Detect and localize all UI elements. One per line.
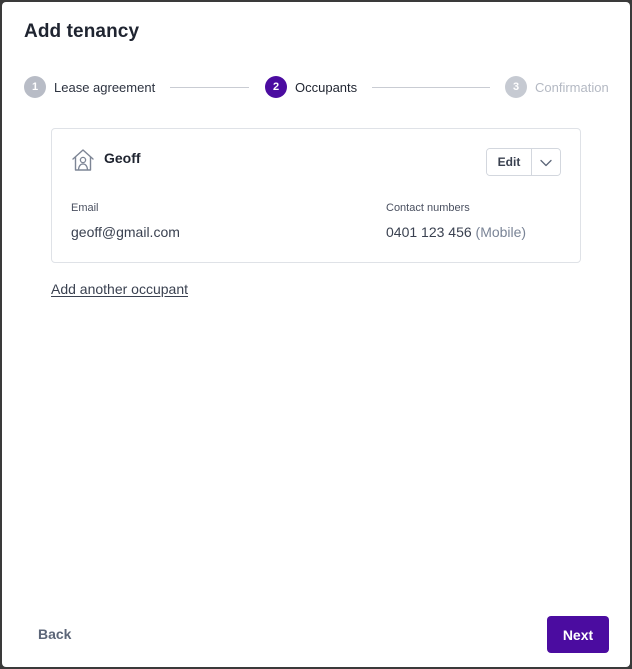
more-actions-button[interactable] [532, 149, 560, 175]
email-value: geoff@gmail.com [71, 224, 180, 240]
edit-button[interactable]: Edit [487, 149, 532, 175]
stepper: 1 Lease agreement 2 Occupants 3 Confirma… [24, 75, 614, 99]
add-tenancy-modal: Add tenancy 1 Lease agreement 2 Occupant… [2, 2, 630, 667]
email-label: Email [71, 202, 99, 214]
house-person-icon [70, 147, 96, 173]
step-connector [170, 87, 249, 88]
step-number: 3 [505, 76, 527, 98]
phone-number: 0401 123 456 [386, 224, 472, 240]
step-label: Lease agreement [54, 79, 156, 95]
step-number: 1 [24, 76, 46, 98]
step-confirmation: 3 Confirmation [505, 75, 609, 99]
occupant-header: Geoff [70, 147, 141, 173]
step-connector [372, 87, 490, 88]
step-number: 2 [265, 76, 287, 98]
chevron-down-icon [540, 155, 552, 170]
step-label: Occupants [295, 79, 358, 95]
contact-numbers-value: 0401 123 456 (Mobile) [386, 224, 526, 240]
next-button[interactable]: Next [547, 616, 609, 653]
step-lease-agreement[interactable]: 1 Lease agreement [24, 75, 155, 99]
occupant-name: Geoff [104, 150, 141, 166]
phone-type: (Mobile) [475, 224, 527, 240]
occupant-card: Geoff Edit Email geoff@gmail.com Contact… [51, 128, 581, 263]
contact-numbers-label: Contact numbers [386, 202, 470, 214]
occupant-actions: Edit [486, 148, 561, 176]
step-label: Confirmation [535, 79, 609, 95]
modal-title: Add tenancy [24, 21, 140, 42]
add-another-occupant-link[interactable]: Add another occupant [51, 281, 188, 297]
step-occupants[interactable]: 2 Occupants [265, 75, 357, 99]
back-button[interactable]: Back [26, 618, 83, 650]
